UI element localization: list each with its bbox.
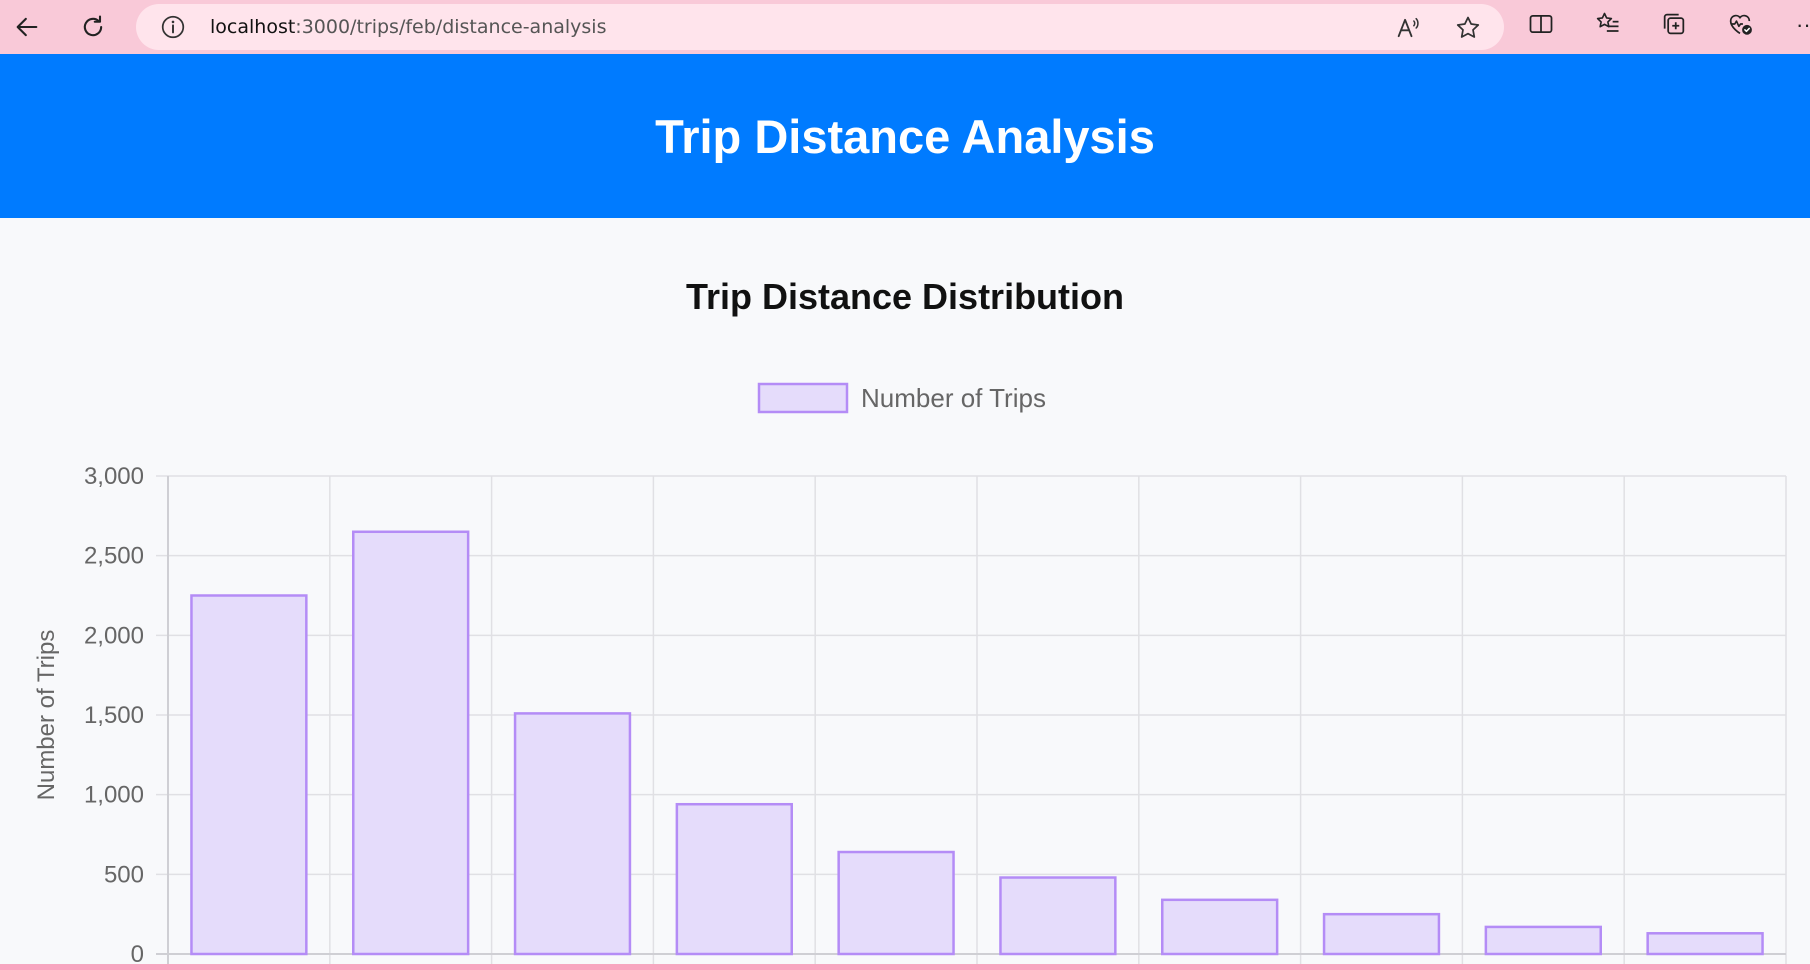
chart-title: Trip Distance Distribution xyxy=(685,276,1125,317)
bar-6 xyxy=(1161,898,1279,956)
bar-5 xyxy=(999,876,1117,956)
legend-swatch xyxy=(757,382,849,414)
bar-2 xyxy=(513,712,632,956)
y-axis-title: Number of Trips xyxy=(33,630,60,801)
favorites-list-icon[interactable] xyxy=(1594,10,1622,38)
read-aloud-icon[interactable] xyxy=(1394,14,1422,42)
y-tick-label: 3,000 xyxy=(84,463,144,490)
bar-4 xyxy=(837,850,955,956)
page-header: Trip Distance Analysis xyxy=(0,54,1810,218)
refresh-icon xyxy=(83,15,103,37)
split-screen-icon[interactable] xyxy=(1527,10,1555,38)
collections-icon[interactable] xyxy=(1660,10,1688,38)
bar-chart: 05001,0001,5002,0002,5003,0000-1 miles1-… xyxy=(33,382,1787,964)
bar-8 xyxy=(1484,925,1602,956)
y-tick-label: 1,500 xyxy=(84,702,144,729)
back-arrow-icon xyxy=(16,17,38,37)
browser-toolbar: localhost:3000/trips/feb/distance-analys… xyxy=(0,0,1810,54)
bar-1 xyxy=(352,530,470,956)
url-host: localhost xyxy=(210,16,296,38)
bar-7 xyxy=(1322,912,1441,956)
url-text[interactable]: localhost:3000/trips/feb/distance-analys… xyxy=(210,16,607,38)
url-path: :3000/trips/feb/distance-analysis xyxy=(295,16,607,38)
y-tick-label: 2,500 xyxy=(84,543,144,570)
back-button[interactable] xyxy=(8,8,46,46)
y-tick-label: 1,000 xyxy=(84,782,144,809)
legend-label: Number of Trips xyxy=(861,383,1046,413)
y-tick-label: 500 xyxy=(104,861,144,888)
address-bar[interactable]: localhost:3000/trips/feb/distance-analys… xyxy=(136,4,1504,50)
y-tick-label: 2,000 xyxy=(84,622,144,649)
refresh-button[interactable] xyxy=(74,8,112,46)
bar-9 xyxy=(1646,932,1764,956)
favorite-star-icon[interactable] xyxy=(1454,14,1482,42)
bar-3 xyxy=(675,802,793,956)
browser-essentials-icon[interactable] xyxy=(1726,10,1754,38)
page-title: Trip Distance Analysis xyxy=(655,109,1155,163)
window-bottom-edge xyxy=(0,964,1810,970)
info-icon[interactable] xyxy=(160,14,186,40)
bar-0 xyxy=(190,594,308,956)
page-content: Trip Distance Analysis Trip Distance Dis… xyxy=(0,54,1810,964)
more-menu-icon[interactable]: ··· xyxy=(1796,12,1810,38)
y-tick-label: 0 xyxy=(131,941,144,964)
